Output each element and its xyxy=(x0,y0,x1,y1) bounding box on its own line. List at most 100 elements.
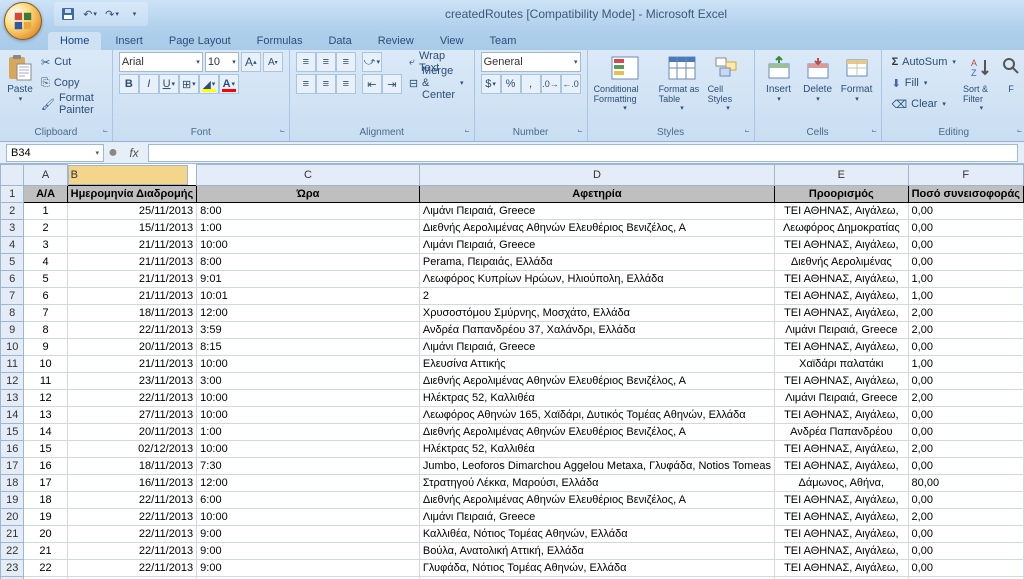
table-cell[interactable]: 10:00 xyxy=(197,355,420,372)
underline-button[interactable]: U▾ xyxy=(159,74,179,94)
table-cell[interactable]: Ελευσίνα Αττικής xyxy=(419,355,774,372)
row-header-2[interactable]: 2 xyxy=(1,202,24,219)
table-cell[interactable]: 1,00 xyxy=(908,355,1023,372)
row-header-12[interactable]: 12 xyxy=(1,372,24,389)
align-right-button[interactable]: ≡ xyxy=(336,74,356,94)
fill-button[interactable]: ⬇Fill▾ xyxy=(888,73,960,93)
merge-center-button[interactable]: ⊟Merge & Center▾ xyxy=(405,73,468,93)
percent-format-button[interactable]: % xyxy=(501,74,521,94)
column-header-F[interactable]: F xyxy=(908,165,1023,186)
table-cell[interactable]: 21/11/2013 xyxy=(67,287,197,304)
table-cell[interactable]: 22/11/2013 xyxy=(67,389,197,406)
table-cell[interactable]: 25/11/2013 xyxy=(67,202,197,219)
header-cell[interactable]: Ώρα xyxy=(197,185,420,202)
table-cell[interactable]: 18 xyxy=(24,491,67,508)
table-cell[interactable]: ΤΕΙ ΑΘΗΝΑΣ, Αιγάλεω, xyxy=(775,338,909,355)
row-header-19[interactable]: 19 xyxy=(1,491,24,508)
paste-button[interactable]: Paste▾ xyxy=(6,52,34,103)
align-top-button[interactable]: ≡ xyxy=(296,52,316,72)
table-cell[interactable]: Λεωφόρος Αθηνών 165, Χαϊδάρι, Δυτικός Το… xyxy=(419,406,774,423)
table-cell[interactable]: 8:00 xyxy=(197,202,420,219)
table-cell[interactable]: 8:15 xyxy=(197,338,420,355)
table-cell[interactable]: 16 xyxy=(24,457,67,474)
office-button[interactable] xyxy=(4,2,42,40)
table-cell[interactable]: 18/11/2013 xyxy=(67,304,197,321)
tab-page-layout[interactable]: Page Layout xyxy=(157,32,243,50)
table-cell[interactable]: Διεθνής Αερολιμένας Αθηνών Ελευθέριος Βε… xyxy=(419,423,774,440)
table-cell[interactable]: Λιμάνι Πειραιά, Greece xyxy=(775,389,909,406)
table-cell[interactable]: ΤΕΙ ΑΘΗΝΑΣ, Αιγάλεω, xyxy=(775,457,909,474)
table-cell[interactable]: 5 xyxy=(24,270,67,287)
sort-filter-button[interactable]: AZ Sort & Filter▾ xyxy=(963,52,999,112)
table-cell[interactable]: 15 xyxy=(24,440,67,457)
font-size-select[interactable]: 10▾ xyxy=(205,52,239,72)
table-cell[interactable]: 14 xyxy=(24,423,67,440)
row-header-16[interactable]: 16 xyxy=(1,440,24,457)
redo-icon[interactable]: ↷▾ xyxy=(104,6,120,22)
table-cell[interactable]: 10:01 xyxy=(197,287,420,304)
table-cell[interactable]: 10:00 xyxy=(197,236,420,253)
table-cell[interactable]: Διεθνής Αερολιμένας Αθηνών Ελευθέριος Βε… xyxy=(419,372,774,389)
format-cells-button[interactable]: Format▾ xyxy=(839,52,875,103)
table-cell[interactable]: Λιμάνι Πειραιά, Greece xyxy=(419,338,774,355)
table-cell[interactable]: 10 xyxy=(24,355,67,372)
table-cell[interactable]: 0,00 xyxy=(908,559,1023,576)
increase-indent-button[interactable]: ⇥ xyxy=(382,74,402,94)
table-cell[interactable]: 0,00 xyxy=(908,219,1023,236)
header-cell[interactable]: A/A xyxy=(24,185,67,202)
table-cell[interactable]: 0,00 xyxy=(908,525,1023,542)
table-cell[interactable]: 9:01 xyxy=(197,270,420,287)
table-cell[interactable]: 12:00 xyxy=(197,474,420,491)
table-cell[interactable]: Λεωφόρος Κυπρίων Ηρώων, Ηλιούπολη, Ελλάδ… xyxy=(419,270,774,287)
table-cell[interactable]: 4 xyxy=(24,253,67,270)
tab-team[interactable]: Team xyxy=(477,32,528,50)
select-all-corner[interactable] xyxy=(1,165,24,186)
table-cell[interactable]: ΤΕΙ ΑΘΗΝΑΣ, Αιγάλεω, xyxy=(775,525,909,542)
row-header-15[interactable]: 15 xyxy=(1,423,24,440)
border-button[interactable]: ⊞▾ xyxy=(179,74,199,94)
undo-icon[interactable]: ↶▾ xyxy=(82,6,98,22)
qat-customize-icon[interactable]: ▾ xyxy=(126,6,142,22)
row-header-10[interactable]: 10 xyxy=(1,338,24,355)
cell-styles-button[interactable]: Cell Styles▾ xyxy=(708,52,748,112)
table-cell[interactable]: ΤΕΙ ΑΘΗΝΑΣ, Αιγάλεω, xyxy=(775,202,909,219)
row-header-20[interactable]: 20 xyxy=(1,508,24,525)
number-format-select[interactable]: General▾ xyxy=(481,52,581,72)
table-cell[interactable]: 0,00 xyxy=(908,236,1023,253)
table-cell[interactable]: 1,00 xyxy=(908,287,1023,304)
table-cell[interactable]: ΤΕΙ ΑΘΗΝΑΣ, Αιγάλεω, xyxy=(775,406,909,423)
table-cell[interactable]: 27/11/2013 xyxy=(67,406,197,423)
align-bottom-button[interactable]: ≡ xyxy=(336,52,356,72)
orientation-button[interactable]: ⤻▾ xyxy=(362,52,382,72)
table-cell[interactable]: 0,00 xyxy=(908,457,1023,474)
table-cell[interactable]: 10:00 xyxy=(197,389,420,406)
column-header-A[interactable]: A xyxy=(24,165,67,186)
table-cell[interactable]: 21 xyxy=(24,542,67,559)
table-cell[interactable]: 80,00 xyxy=(908,474,1023,491)
table-cell[interactable]: 2,00 xyxy=(908,389,1023,406)
table-cell[interactable]: 9:00 xyxy=(197,525,420,542)
tab-view[interactable]: View xyxy=(428,32,476,50)
align-middle-button[interactable]: ≡ xyxy=(316,52,336,72)
table-cell[interactable]: Δάμωνος, Αθήνα, xyxy=(775,474,909,491)
table-cell[interactable]: 20/11/2013 xyxy=(67,338,197,355)
table-cell[interactable]: 10:00 xyxy=(197,508,420,525)
table-cell[interactable]: 2 xyxy=(419,287,774,304)
table-cell[interactable]: Ηλέκτρας 52, Καλλιθέα xyxy=(419,440,774,457)
tab-home[interactable]: Home xyxy=(48,32,101,50)
format-painter-button[interactable]: 🖌Format Painter xyxy=(37,94,106,114)
table-cell[interactable]: 9:00 xyxy=(197,559,420,576)
bold-button[interactable]: B xyxy=(119,74,139,94)
table-cell[interactable]: 18/11/2013 xyxy=(67,457,197,474)
font-color-button[interactable]: A▾ xyxy=(219,74,239,94)
row-header-8[interactable]: 8 xyxy=(1,304,24,321)
table-cell[interactable]: 9 xyxy=(24,338,67,355)
clear-button[interactable]: ⌫Clear▾ xyxy=(888,94,960,114)
tab-insert[interactable]: Insert xyxy=(103,32,155,50)
table-cell[interactable]: Διεθνής Αερολιμένας Αθηνών Ελευθέριος Βε… xyxy=(419,491,774,508)
increase-decimal-button[interactable]: .0→ xyxy=(541,74,561,94)
table-cell[interactable]: ΤΕΙ ΑΘΗΝΑΣ, Αιγάλεω, xyxy=(775,304,909,321)
table-cell[interactable]: Καλλιθέα, Νότιος Τομέας Αθηνών, Ελλάδα xyxy=(419,525,774,542)
table-cell[interactable]: 10:00 xyxy=(197,406,420,423)
table-cell[interactable]: 0,00 xyxy=(908,406,1023,423)
